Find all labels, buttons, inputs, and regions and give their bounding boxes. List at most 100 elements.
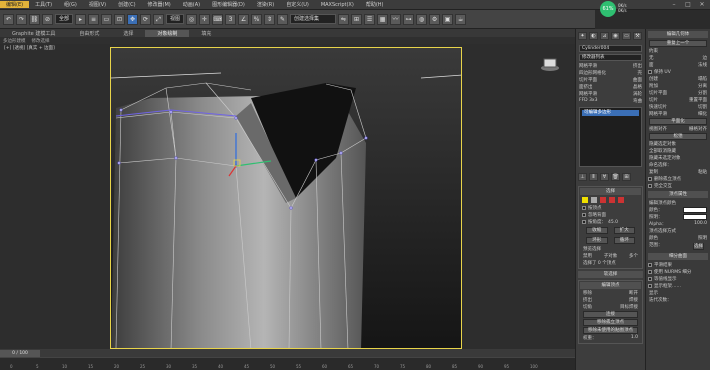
menu-item-help[interactable]: 帮助(H) [360, 1, 390, 8]
object-name-field[interactable]: Cylinder004 [579, 45, 642, 52]
chamfer-button[interactable]: 切角 [583, 304, 592, 310]
remove-modifier-icon[interactable]: 🗑 [611, 173, 620, 181]
create-button[interactable]: 创建 [649, 76, 658, 82]
layer-manager-icon[interactable]: ☰ [364, 13, 376, 25]
menu-item-tools[interactable]: 工具(T) [29, 1, 58, 8]
select-rotate-icon[interactable]: ⟳ [140, 13, 152, 25]
hide-unselected-button[interactable]: 隐藏未选定对象 [649, 155, 707, 161]
graphite-toggle-icon[interactable]: ▦ [377, 13, 389, 25]
tessellate-button[interactable]: 细化 [698, 111, 707, 117]
rendered-frame-icon[interactable]: ▣ [442, 13, 454, 25]
hierarchy-tab-icon[interactable]: ⊿ [600, 32, 609, 40]
display-tab-icon[interactable]: ▭ [622, 32, 631, 40]
select-by-color-radio[interactable]: 颜色 [649, 235, 658, 241]
menu-item-customize[interactable]: 自定义(U) [280, 1, 315, 8]
select-button[interactable]: 选择 [693, 243, 704, 250]
tab-graphite[interactable]: Graphite 建模工具 [0, 30, 67, 37]
loop-button[interactable]: 循环 [613, 237, 635, 244]
make-unique-icon[interactable]: ∀ [600, 173, 609, 181]
preview-multi-radio[interactable]: 多个 [629, 253, 638, 259]
color-swatch[interactable] [683, 207, 707, 213]
menu-item-edit[interactable]: 编辑(E) [0, 1, 30, 8]
modifier-button[interactable]: 挤出 [633, 63, 642, 69]
vertex-properties-title[interactable]: 顶点属性 [648, 191, 708, 198]
hide-selected-button[interactable]: 隐藏选定对象 [649, 141, 707, 147]
alpha-spinner[interactable]: 100.0 [694, 221, 707, 227]
schematic-view-icon[interactable]: ⊶ [403, 13, 415, 25]
delete-isolated-checkbox[interactable]: 删除孤立顶点 [648, 176, 708, 182]
weight-spinner[interactable]: 1.0 [631, 335, 638, 341]
select-scale-icon[interactable]: ⤢ [153, 13, 165, 25]
subdivision-surface-title[interactable]: 细分曲面 [648, 253, 708, 260]
by-angle-checkbox[interactable]: 按角度： 45.0 [582, 219, 639, 225]
timeline-ruler[interactable]: 0 5 10 15 20 25 30 35 40 45 50 55 60 65 … [0, 357, 575, 370]
unhide-all-button[interactable]: 全部取消隐藏 [649, 148, 707, 154]
manipulate-icon[interactable]: ✛ [199, 13, 211, 25]
unlink-icon[interactable]: ⊘ [42, 13, 53, 25]
grid-align-button[interactable]: 栅格对齐 [689, 126, 707, 132]
modifier-button[interactable]: 网格平滑 [579, 63, 597, 69]
menu-item-views[interactable]: 视图(V) [83, 1, 112, 8]
select-move-icon[interactable]: ✥ [127, 13, 139, 25]
extrude-button[interactable]: 挤出 [583, 297, 592, 303]
redo-icon[interactable]: ↷ [16, 13, 27, 25]
pivot-center-icon[interactable]: ◎ [186, 13, 198, 25]
remove-isolated-button[interactable]: 移除孤立顶点 [583, 319, 638, 326]
modifier-button[interactable]: 壳 [638, 70, 643, 76]
planarize-button[interactable]: 平面化 [649, 118, 707, 125]
menu-item-group[interactable]: 组(G) [58, 1, 83, 8]
remove-button[interactable]: 移除 [583, 290, 592, 296]
ring-button[interactable]: 环形 [586, 237, 608, 244]
view-align-button[interactable]: 视图对齐 [649, 126, 667, 132]
preview-subobject-radio[interactable]: 子对象 [604, 253, 618, 259]
remove-unused-map-verts-button[interactable]: 移除未使用的贴图顶点 [583, 327, 638, 334]
relax-button[interactable]: 松弛 [649, 133, 707, 140]
curve-editor-icon[interactable]: 〰 [390, 13, 402, 25]
by-angle-value[interactable]: 45.0 [608, 220, 618, 225]
viewport-label[interactable]: [+] [透视] [真实 + 边面] [4, 45, 55, 51]
subtab-modify-selection[interactable]: 修改选择 [32, 38, 50, 44]
illumination-swatch[interactable] [683, 214, 707, 220]
break-button[interactable]: 断开 [629, 290, 638, 296]
soft-selection-rollout[interactable]: 软选择 [578, 271, 643, 278]
reference-coord-dropdown[interactable]: 视图 [166, 14, 185, 24]
link-icon[interactable]: ⛓ [29, 13, 40, 25]
tab-object-paint[interactable]: 对象绘制 [145, 29, 190, 37]
connect-button[interactable]: 连接 [583, 311, 638, 318]
mirror-icon[interactable]: ⇋ [338, 13, 350, 25]
menu-item-modifiers[interactable]: 修改器(M) [142, 1, 177, 8]
modifier-stack[interactable]: 可编辑多边形 [579, 107, 642, 167]
vertex-level-icon[interactable] [582, 197, 588, 203]
edit-geometry-title[interactable]: 编辑几何体 [648, 31, 708, 38]
select-by-name-icon[interactable]: ≡ [88, 13, 100, 25]
select-by-illum-radio[interactable]: 照明 [698, 235, 707, 241]
attach-button[interactable]: 附加 [649, 83, 658, 89]
edge-level-icon[interactable] [591, 197, 597, 203]
shrink-button[interactable]: 收缩 [586, 227, 608, 234]
show-end-result-icon[interactable]: Ⅱ [589, 173, 598, 181]
tab-freeform[interactable]: 自由形式 [67, 30, 111, 37]
isoline-display-checkbox[interactable]: 等值线显示 [648, 276, 708, 282]
collapse-button[interactable]: 塌陷 [698, 76, 707, 82]
menu-item-rendering[interactable]: 渲染(R) [251, 1, 280, 8]
constraint-none-radio[interactable]: 无 [649, 55, 654, 61]
by-vertex-checkbox[interactable]: 按顶点 [582, 205, 639, 211]
constraint-edge-radio[interactable]: 边 [703, 55, 708, 61]
time-slider[interactable]: 0 / 100 [0, 349, 575, 357]
select-object-icon[interactable]: ▸ [75, 13, 87, 25]
paste-button[interactable]: 粘贴 [698, 169, 707, 175]
constraint-face-radio[interactable]: 面 [649, 62, 654, 68]
copy-button[interactable]: 复制 [649, 169, 658, 175]
menu-item-graph-editors[interactable]: 图形编辑器(D) [206, 1, 251, 8]
close-icon[interactable]: ✕ [698, 1, 706, 8]
snap-toggle-icon[interactable]: 3 [225, 13, 237, 25]
tab-populate[interactable]: 填充 [189, 30, 223, 37]
named-selection-set-dropdown[interactable]: 创建选择集 [290, 14, 337, 24]
viewcube-icon[interactable] [540, 56, 560, 72]
modifier-list-dropdown[interactable]: 修改器列表 [579, 54, 642, 61]
angle-snap-icon[interactable]: ∠ [238, 13, 250, 25]
create-tab-icon[interactable]: ✦ [578, 32, 587, 40]
modifier-button[interactable]: 切片平面 [579, 77, 597, 83]
modifier-button[interactable]: FFD 3x3 [579, 98, 597, 104]
slice-plane-button[interactable]: 切片平面 [649, 90, 667, 96]
